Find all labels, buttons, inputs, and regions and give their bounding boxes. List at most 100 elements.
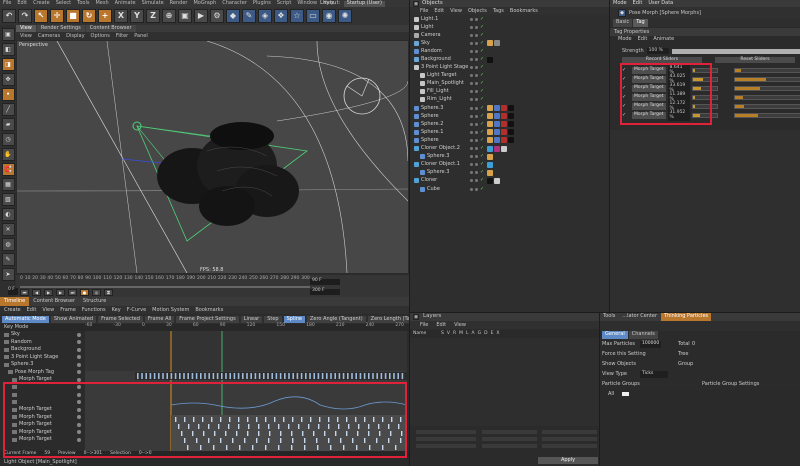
visibility-flags[interactable]: ✓	[470, 57, 484, 62]
keyframe-marker[interactable]	[237, 373, 240, 379]
make-editable-icon[interactable]: ▣	[1, 28, 15, 41]
viewport-tab-render-settings[interactable]: Render Settings	[36, 25, 85, 32]
tag-icon[interactable]	[501, 113, 507, 120]
editor-visibility-dot[interactable]	[470, 130, 473, 134]
render-visibility-dot[interactable]	[475, 90, 478, 94]
coordinate-system-icon[interactable]: ⊕	[162, 9, 176, 23]
timeline-button-spline[interactable]: Spline	[283, 316, 305, 323]
keyframe-marker[interactable]	[216, 373, 219, 379]
keyframe-marker[interactable]	[288, 373, 290, 379]
tag-icon[interactable]	[508, 137, 514, 144]
menu-item-character[interactable]: Character	[222, 1, 247, 6]
particles-sub-tab-general[interactable]: General	[602, 331, 628, 339]
render-visibility-dot[interactable]	[475, 33, 478, 37]
enabled-check-icon[interactable]: ✓	[480, 24, 484, 30]
visibility-flags[interactable]: ✓	[470, 24, 484, 30]
visibility-flags[interactable]: ✓	[470, 162, 484, 167]
render-visibility-dot[interactable]	[475, 98, 478, 102]
keyframe-selection-icon[interactable]: ⚿	[104, 289, 113, 296]
prev-key-icon[interactable]: ◀	[32, 289, 41, 296]
enabled-check-icon[interactable]: ✓	[480, 65, 484, 70]
timeline-menu-functions[interactable]: Functions	[82, 307, 106, 313]
tag-icon[interactable]	[508, 121, 514, 128]
tag-icon[interactable]	[487, 56, 493, 63]
editor-visibility-dot[interactable]	[470, 25, 473, 29]
render-visibility-dot[interactable]	[475, 114, 478, 118]
goto-start-icon[interactable]: ⏮	[20, 289, 29, 296]
visibility-flags[interactable]: ✓	[470, 81, 484, 86]
object-row[interactable]: Fill_Light ✓	[410, 88, 610, 96]
keyframe-marker[interactable]	[200, 373, 202, 379]
keyframe-marker[interactable]	[191, 373, 194, 379]
editor-visibility-dot[interactable]	[470, 74, 473, 78]
keyframe-marker[interactable]	[254, 373, 257, 379]
keyframe-marker[interactable]	[149, 373, 152, 379]
tag-icon[interactable]	[487, 153, 493, 160]
subdivision-icon[interactable]: ◈	[258, 9, 272, 23]
reset-sliders-button[interactable]: Reset Sliders	[715, 57, 795, 63]
strength-field[interactable]: 100 %	[646, 48, 669, 54]
attributes-menu-edit[interactable]: Edit	[633, 1, 643, 6]
sculpt-icon[interactable]: ◍	[1, 238, 15, 251]
enabled-check-icon[interactable]: ✓	[480, 186, 484, 192]
tag-icon[interactable]	[494, 121, 500, 128]
keyframe-marker[interactable]	[250, 373, 252, 379]
tag-icon[interactable]	[487, 169, 493, 176]
keyframe-marker[interactable]	[401, 373, 404, 379]
layers-column-l[interactable]: L	[466, 331, 469, 337]
objects-menu-bookmarks[interactable]: Bookmarks	[510, 8, 538, 14]
editor-visibility-dot[interactable]	[470, 82, 473, 86]
render-visibility-dot[interactable]	[475, 74, 478, 78]
menu-item-render[interactable]: Render	[170, 1, 188, 6]
object-row[interactable]: Sphere.1 ✓	[410, 128, 610, 136]
pen-icon[interactable]: ✎	[242, 9, 256, 23]
editor-visibility-dot[interactable]	[470, 33, 473, 37]
render-visibility-dot[interactable]	[475, 66, 478, 70]
camera-icon[interactable]: ◉	[322, 9, 336, 23]
layers-menu-file[interactable]: File	[420, 322, 428, 328]
timeline-menu-motion-system[interactable]: Motion System	[152, 307, 189, 313]
tag-icon[interactable]	[487, 137, 493, 144]
enabled-check-icon[interactable]: ✓	[480, 97, 484, 102]
visibility-flags[interactable]: ✓	[470, 186, 484, 192]
keyframe-marker[interactable]	[351, 373, 353, 379]
y-axis-icon[interactable]: Y	[130, 9, 144, 23]
morph-target-slider-track[interactable]	[734, 95, 800, 100]
keyframe-marker[interactable]	[242, 373, 244, 379]
editor-visibility-dot[interactable]	[470, 179, 473, 183]
enabled-check-icon[interactable]: ✓	[480, 57, 484, 62]
xref-icon[interactable]: ✕	[1, 223, 15, 236]
keyframe-marker[interactable]	[292, 373, 294, 379]
render-visibility-dot[interactable]	[475, 171, 478, 175]
bottom-tab-structure[interactable]: Structure	[79, 297, 110, 306]
editor-visibility-dot[interactable]	[470, 171, 473, 175]
menu-item-plugins[interactable]: Plugins	[253, 1, 271, 6]
render-visibility-dot[interactable]	[475, 25, 478, 29]
expand-icon[interactable]	[4, 362, 9, 367]
menu-item-mograph[interactable]: MoGraph	[193, 1, 216, 6]
keyframe-marker[interactable]	[158, 373, 160, 379]
deformer-icon[interactable]: ☆	[290, 9, 304, 23]
editor-visibility-dot[interactable]	[470, 49, 473, 53]
bottom-tab-timeline[interactable]: Timeline	[0, 297, 30, 306]
editor-visibility-dot[interactable]	[470, 155, 473, 159]
keyframe-marker[interactable]	[233, 373, 236, 379]
bodypaint-icon[interactable]: ✎	[1, 253, 15, 266]
editor-visibility-dot[interactable]	[470, 41, 473, 45]
visibility-flags[interactable]: ✓	[470, 16, 484, 22]
array-icon[interactable]: ❖	[274, 9, 288, 23]
keyframe-marker[interactable]	[372, 373, 374, 379]
keyframe-marker[interactable]	[229, 373, 231, 379]
timeline-menu-frame[interactable]: Frame	[60, 307, 76, 313]
z-axis-icon[interactable]: Z	[146, 9, 160, 23]
render-visibility-dot[interactable]	[475, 122, 478, 126]
keyframe-marker[interactable]	[338, 373, 341, 379]
keyframe-marker[interactable]	[179, 373, 181, 379]
render-visibility-dot[interactable]	[475, 17, 478, 21]
layers-column-a[interactable]: A	[472, 331, 475, 337]
layers-column-v[interactable]: V	[447, 331, 450, 337]
keyframe-marker[interactable]	[284, 373, 286, 379]
visibility-flags[interactable]: ✓	[470, 170, 484, 175]
edges-mode-icon[interactable]: ╱	[1, 103, 15, 116]
editor-visibility-dot[interactable]	[470, 138, 473, 142]
